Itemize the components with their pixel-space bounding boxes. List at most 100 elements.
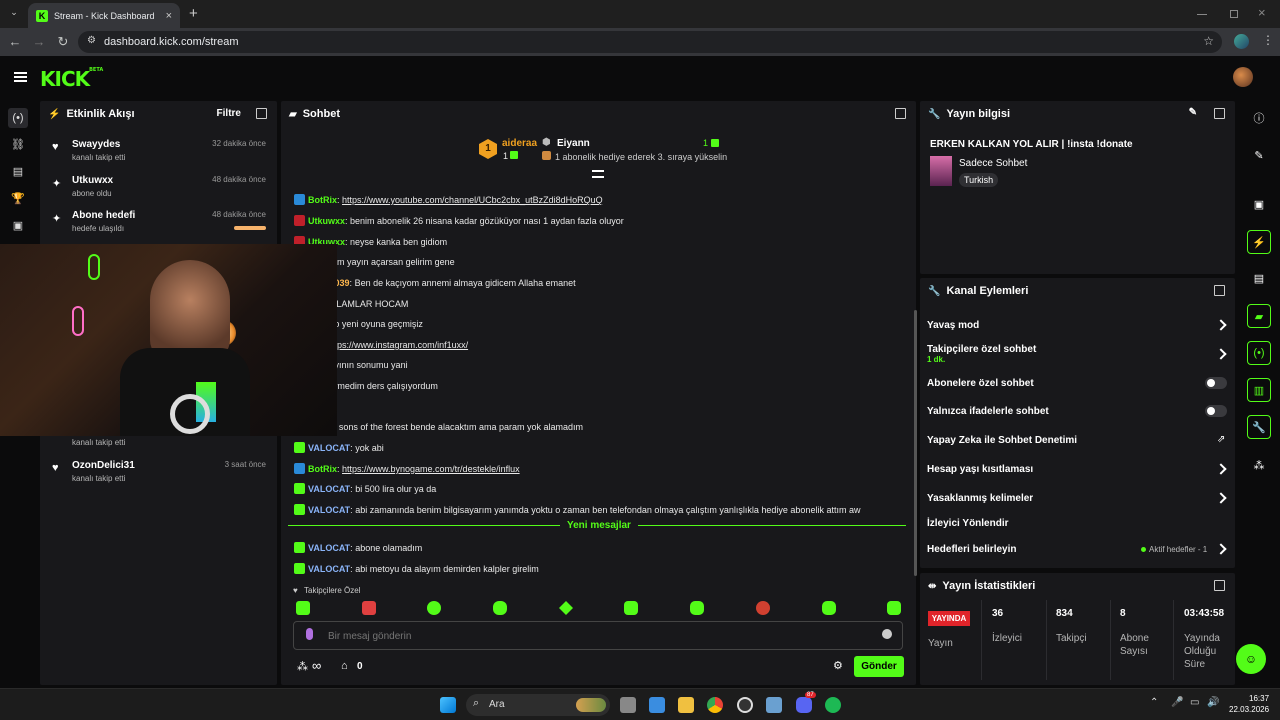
store-icon[interactable]: ⌂ [341, 660, 348, 672]
browser-menu-icon[interactable]: ⋮ [1262, 33, 1274, 47]
emoji-icon[interactable] [882, 629, 892, 639]
task-view-icon[interactable] [620, 697, 636, 713]
chat-username[interactable]: VALOCAT [308, 484, 350, 494]
emote-button[interactable] [362, 601, 376, 615]
broadcast-icon[interactable]: (•) [1247, 341, 1271, 365]
external-link-icon[interactable]: ⇗ [1217, 434, 1225, 445]
add-widget-icon[interactable]: ⁂ [1247, 453, 1271, 477]
analytics-nav-icon[interactable]: ▤ [8, 162, 28, 182]
chrome-icon[interactable] [707, 697, 723, 713]
popout-icon[interactable] [895, 108, 906, 119]
filter-button[interactable]: Filtre [217, 108, 241, 119]
mic-tray-icon[interactable]: 🎤 [1171, 697, 1183, 708]
chat-message-input[interactable] [328, 628, 858, 644]
collapse-pinned-icon[interactable] [592, 170, 604, 178]
category-name[interactable]: Sadece Sohbet [959, 158, 1027, 169]
emote-button[interactable] [493, 601, 507, 615]
language-tag[interactable]: Turkish [959, 173, 999, 187]
age-restriction-setting[interactable]: Hesap yaşı kısıtlaması [927, 464, 1033, 475]
discord-icon[interactable] [796, 697, 812, 713]
maximize-button[interactable] [1230, 10, 1238, 18]
layout-icon[interactable]: ▥ [1247, 378, 1271, 402]
chat-message[interactable]: BotRix: https://www.youtube.com/channel/… [294, 194, 603, 205]
emote-button[interactable] [690, 601, 704, 615]
quick-actions-icon[interactable]: ⚡ [1247, 230, 1271, 254]
chat-link[interactable]: https://www.youtube.com/channel/UCbc2cbx… [342, 195, 603, 205]
close-window-button[interactable]: × [1258, 5, 1266, 20]
spotify-icon[interactable] [825, 697, 841, 713]
emote-button[interactable] [887, 601, 901, 615]
banned-words-setting[interactable]: Yasaklanmış kelimeler [927, 493, 1033, 504]
send-button[interactable]: Gönder [854, 656, 904, 677]
chat-message[interactable]: VALOCAT: yok abi [294, 442, 384, 453]
link-nav-icon[interactable]: ⛓ [8, 135, 28, 155]
category-thumbnail[interactable] [930, 156, 952, 186]
leader-user-2[interactable]: Eiyann [557, 138, 590, 149]
chat-message[interactable]: VALOCAT: abone olamadım [294, 542, 422, 553]
chat-message[interactable]: BotRix: https://www.bynogame.com/tr/dest… [294, 463, 520, 474]
chat-message[interactable]: AT: abi sons of the forest bende alacakt… [294, 421, 583, 432]
volume-tray-icon[interactable]: 🔊 [1207, 697, 1219, 708]
emote-button[interactable] [427, 601, 441, 615]
chat-message[interactable]: VALOCAT: abi zamanında benim bilgisayarı… [294, 504, 860, 515]
app-icon[interactable] [766, 697, 782, 713]
wrench-icon[interactable]: 🔧 [1247, 415, 1271, 439]
ai-moderation-setting[interactable]: Yapay Zeka ile Sohbet Denetimi [927, 435, 1077, 446]
chat-username[interactable]: Utkuwxx [308, 216, 345, 226]
chat-scrollbar[interactable] [914, 310, 917, 576]
leader-user-1[interactable]: aideraa [502, 138, 537, 149]
stream-nav-icon[interactable]: (•) [8, 108, 28, 128]
chat-message[interactable]: Utkuwxx: benim abonelik 26 nisana kadar … [294, 215, 624, 226]
chat-link[interactable]: https://www.instagram.com/inf1uxx/ [327, 340, 468, 350]
slow-mode-setting[interactable]: Yavaş mod [927, 320, 979, 331]
site-info-icon[interactable]: ⚙ [87, 35, 96, 46]
minimize-button[interactable] [1197, 14, 1207, 15]
notes-icon[interactable]: ▤ [1247, 266, 1271, 290]
support-chat-button[interactable]: ☺ [1236, 644, 1266, 674]
chat-message[interactable]: VALOCAT: abi metoyu da alayım demirden k… [294, 563, 539, 574]
popout-icon[interactable] [1214, 108, 1225, 119]
edit-icon[interactable]: ✎ [1247, 143, 1271, 167]
bookmark-star-icon[interactable]: ☆ [1203, 34, 1214, 48]
obs-icon[interactable] [737, 697, 753, 713]
edit-pencil-icon[interactable]: ✎ [1189, 107, 1197, 118]
chat-username[interactable]: BotRix [308, 195, 337, 205]
chat-username[interactable]: VALOCAT [308, 443, 350, 453]
chat-username[interactable]: BotRix [308, 464, 337, 474]
forward-icon[interactable]: → [31, 34, 47, 50]
redirect-viewers-setting[interactable]: İzleyici Yönlendir [927, 518, 1009, 529]
display-tray-icon[interactable]: ▭ [1190, 697, 1199, 708]
popout-icon[interactable] [256, 108, 267, 119]
chat-message[interactable]: VALOCAT: bi 500 lira olur ya da [294, 483, 436, 494]
emote-chat-toggle[interactable] [1205, 405, 1227, 417]
popout-icon[interactable] [1214, 580, 1225, 591]
popout-icon[interactable] [1214, 285, 1225, 296]
store-icon[interactable] [649, 697, 665, 713]
reload-icon[interactable]: ↻ [55, 34, 71, 50]
emote-button[interactable] [756, 601, 770, 615]
tab-list-button[interactable]: ⌄ [7, 7, 21, 21]
feed-item[interactable]: ✦ Utkuwxx abone oldu 48 dakika önce [46, 171, 272, 207]
new-tab-button[interactable]: + [189, 5, 198, 22]
clock-date[interactable]: 22.03.2026 [1229, 705, 1269, 714]
windows-start-icon[interactable] [440, 697, 456, 713]
clock-time[interactable]: 16:37 [1249, 694, 1269, 703]
chat-settings-gear-icon[interactable]: ⚙ [833, 659, 843, 672]
goals-setting[interactable]: Hedefleri belirleyin [927, 544, 1016, 555]
feed-item[interactable]: ♥ OzonDelici31 kanalı takip etti 3 saat … [46, 456, 272, 492]
taskbar-search[interactable]: ⌕ Ara [466, 694, 610, 716]
feed-item[interactable]: ♥ Swayydes kanalı takip etti 32 dakika ö… [46, 135, 272, 171]
profile-avatar[interactable] [1234, 34, 1249, 49]
subs-chat-toggle[interactable] [1205, 377, 1227, 389]
info-icon[interactable]: ⓘ [1247, 106, 1271, 130]
chat-icon[interactable]: ▰ [1247, 304, 1271, 328]
trophy-nav-icon[interactable]: 🏆 [8, 189, 28, 209]
feed-item[interactable]: ✦ Abone hedefi hedefe ulaşıldı 48 dakika… [46, 206, 272, 242]
clips-nav-icon[interactable]: ▣ [8, 216, 28, 236]
chat-input-box[interactable] [293, 621, 903, 650]
mic-icon[interactable] [306, 628, 313, 640]
followers-chat-setting[interactable]: Takipçilere özel sohbet [927, 344, 1036, 355]
emote-button[interactable] [624, 601, 638, 615]
back-icon[interactable]: ← [7, 34, 23, 50]
hamburger-menu-icon[interactable] [14, 72, 27, 82]
